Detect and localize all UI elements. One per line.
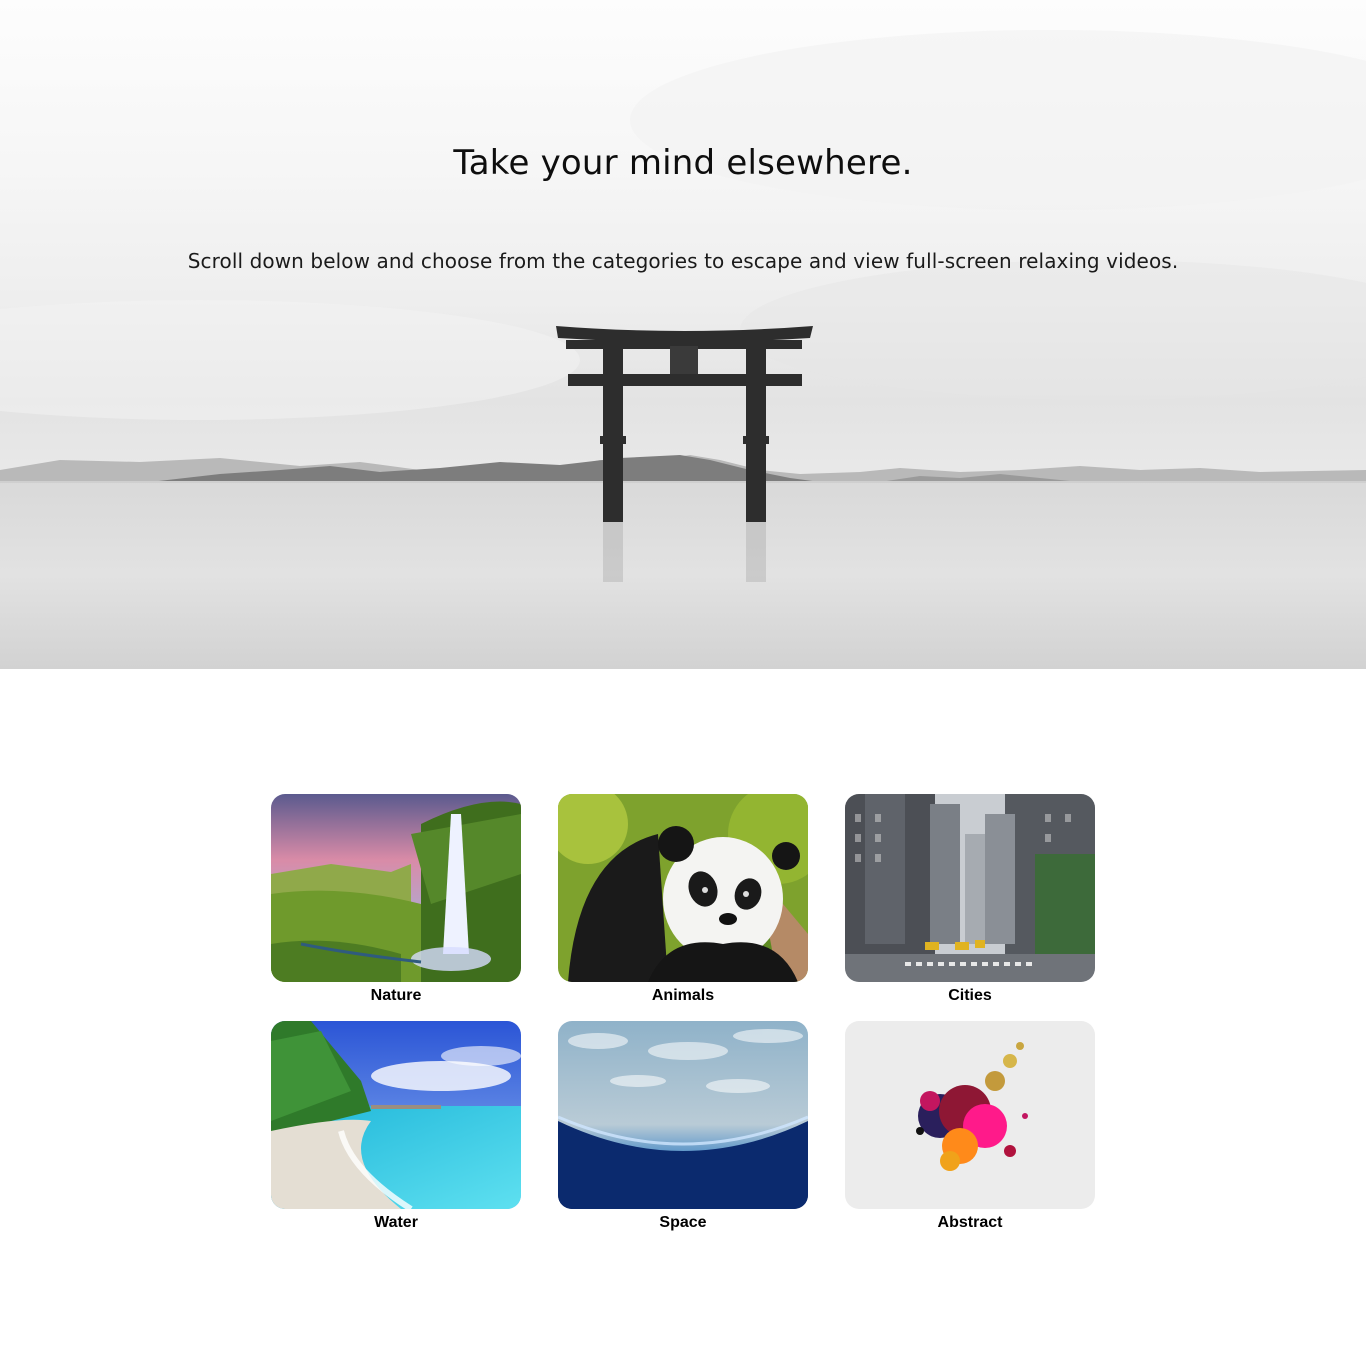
nature-label: Nature — [370, 987, 422, 1004]
category-card-abstract[interactable]: Abstract — [845, 1021, 1095, 1231]
space-label: Space — [659, 1214, 707, 1231]
nature-thumbnail[interactable] — [271, 794, 521, 982]
abstract-thumbnail[interactable] — [845, 1021, 1095, 1209]
cities-thumbnail[interactable] — [845, 794, 1095, 982]
animals-label: Animals — [651, 987, 715, 1004]
water-thumbnail[interactable] — [271, 1021, 521, 1209]
animals-thumbnail[interactable] — [558, 794, 808, 982]
category-card-space[interactable]: Space — [558, 1021, 808, 1231]
hero-title: Take your mind elsewhere. — [453, 143, 913, 183]
hero-subtitle: Scroll down below and choose from the ca… — [187, 249, 1179, 273]
water-label: Water — [374, 1214, 418, 1231]
category-card-nature[interactable]: Nature — [271, 794, 521, 1004]
space-thumbnail[interactable] — [558, 1021, 808, 1209]
torii-gate-lake-image — [0, 30, 1366, 669]
category-card-animals[interactable]: Animals — [558, 794, 808, 1004]
hero-section: Take your mind elsewhere. Scroll down be… — [0, 0, 1366, 669]
category-card-water[interactable]: Water — [271, 1021, 521, 1231]
cities-label: Cities — [948, 987, 992, 1004]
category-card-cities[interactable]: Cities — [845, 794, 1095, 1004]
abstract-label: Abstract — [937, 1214, 1003, 1231]
